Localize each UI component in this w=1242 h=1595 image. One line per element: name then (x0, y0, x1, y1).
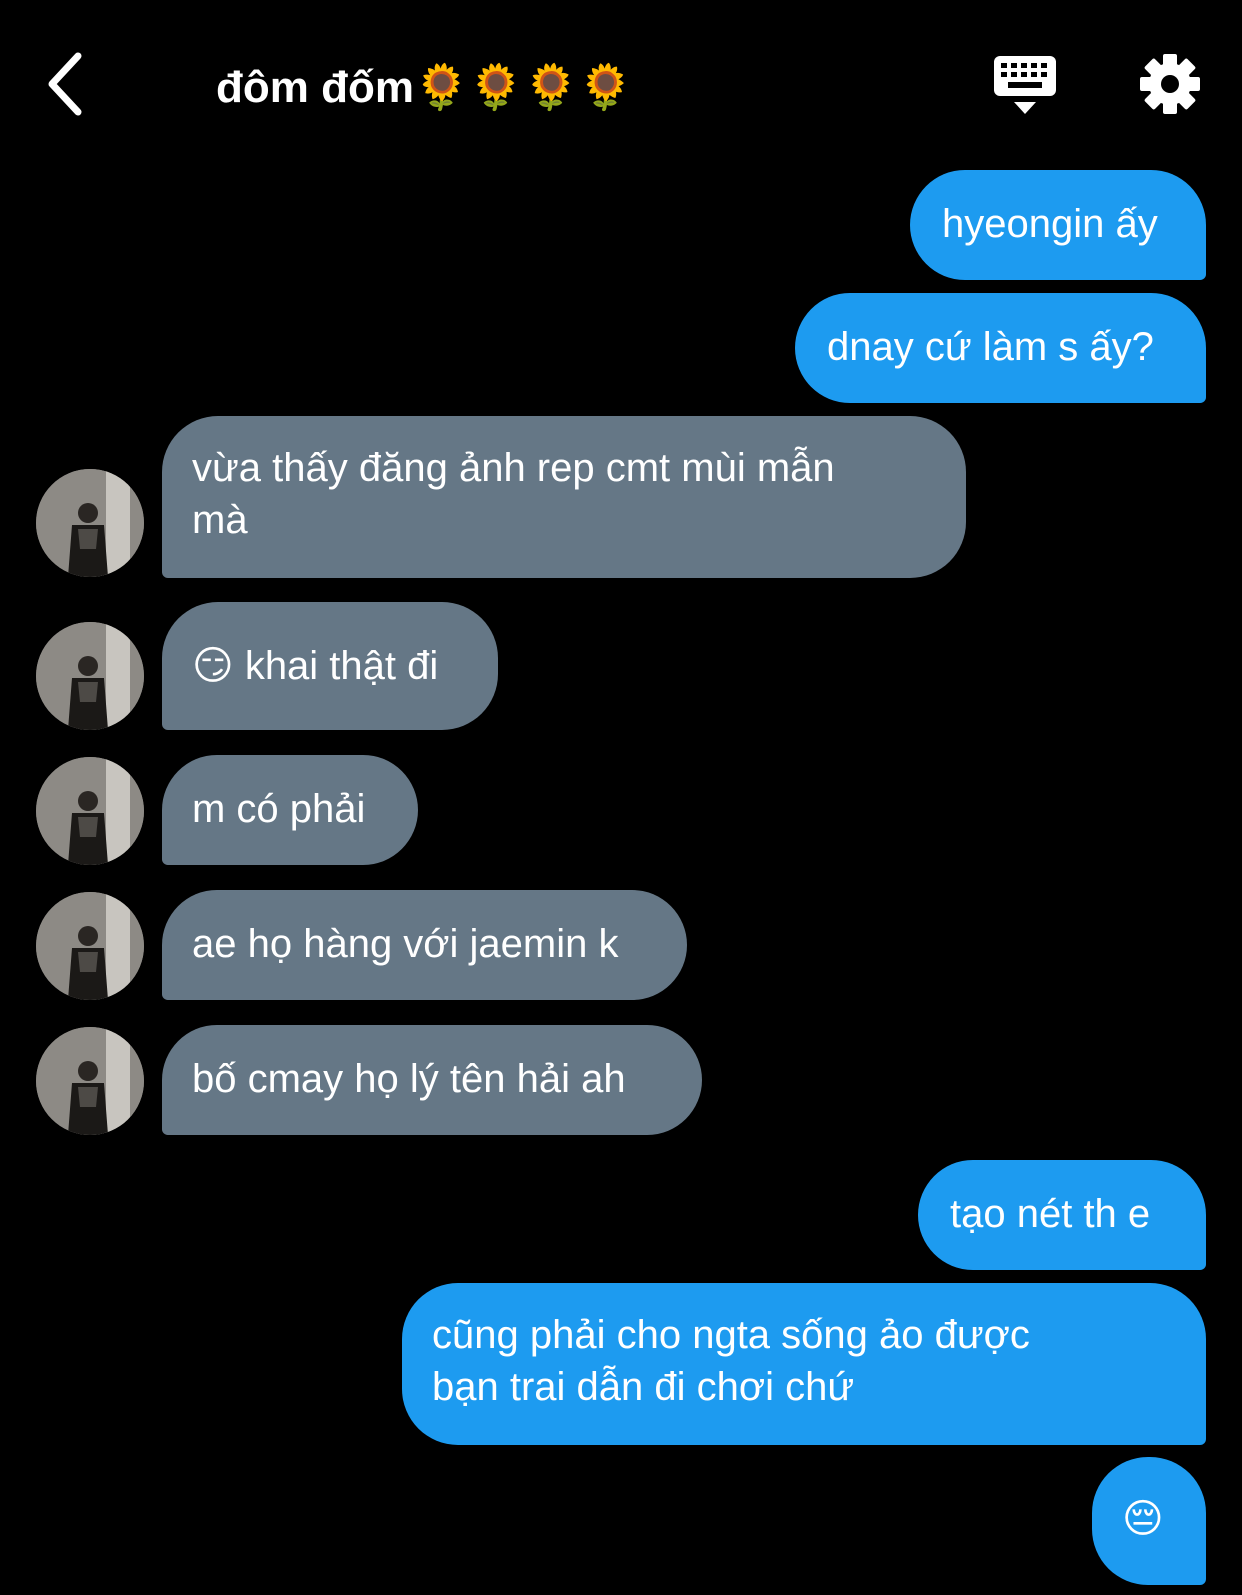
message-bubble-received[interactable]: bố cmay họ lý tên hải ah (162, 1025, 702, 1135)
person-photo-icon (36, 622, 144, 730)
person-photo-icon (36, 1027, 144, 1135)
message-bubble-received[interactable]: 😏 khai thật đi (162, 602, 498, 730)
message-bubble-sent[interactable]: tạo nét th e (918, 1160, 1206, 1270)
message-text: tạo nét th e (950, 1192, 1151, 1236)
chat-title[interactable]: đôm đốm🌻🌻🌻🌻 (216, 58, 633, 118)
message-text: cũng phải cho ngta sống ảo được bạn trai… (432, 1313, 1030, 1409)
keyboard-button[interactable] (992, 52, 1058, 120)
message-text: m có phải (192, 787, 366, 831)
settings-button[interactable] (1138, 52, 1202, 116)
message-text: 😔 (1122, 1497, 1164, 1541)
message-bubble-sent[interactable]: hyeongin ấy (910, 170, 1206, 280)
avatar[interactable] (36, 757, 144, 865)
message-bubble-sent[interactable]: 😔 (1092, 1457, 1206, 1585)
avatar[interactable] (36, 622, 144, 730)
person-photo-icon (36, 892, 144, 1000)
message-text: dnay cứ làm s ấy? (827, 325, 1154, 369)
keyboard-icon (994, 56, 1056, 114)
back-button[interactable] (40, 48, 100, 120)
message-bubble-sent[interactable]: dnay cứ làm s ấy? (795, 293, 1206, 403)
message-text: hyeongin ấy (942, 202, 1158, 246)
message-text: ae họ hàng với jaemin k (192, 922, 619, 966)
gear-icon (1140, 54, 1200, 114)
person-photo-icon (36, 757, 144, 865)
message-text: vừa thấy đăng ảnh rep cmt mùi mẫn mà (192, 446, 835, 542)
chevron-left-icon (48, 52, 82, 116)
message-bubble-received[interactable]: vừa thấy đăng ảnh rep cmt mùi mẫn mà (162, 416, 966, 578)
avatar[interactable] (36, 892, 144, 1000)
message-bubble-sent[interactable]: cũng phải cho ngta sống ảo được bạn trai… (402, 1283, 1206, 1445)
message-text: bố cmay họ lý tên hải ah (192, 1057, 626, 1101)
avatar[interactable] (36, 1027, 144, 1135)
person-photo-icon (36, 469, 144, 577)
chat-header: đôm đốm🌻🌻🌻🌻 (0, 0, 1242, 160)
message-text: 😏 khai thật đi (192, 644, 439, 688)
message-bubble-received[interactable]: ae họ hàng với jaemin k (162, 890, 687, 1000)
message-bubble-received[interactable]: m có phải (162, 755, 418, 865)
avatar[interactable] (36, 469, 144, 577)
